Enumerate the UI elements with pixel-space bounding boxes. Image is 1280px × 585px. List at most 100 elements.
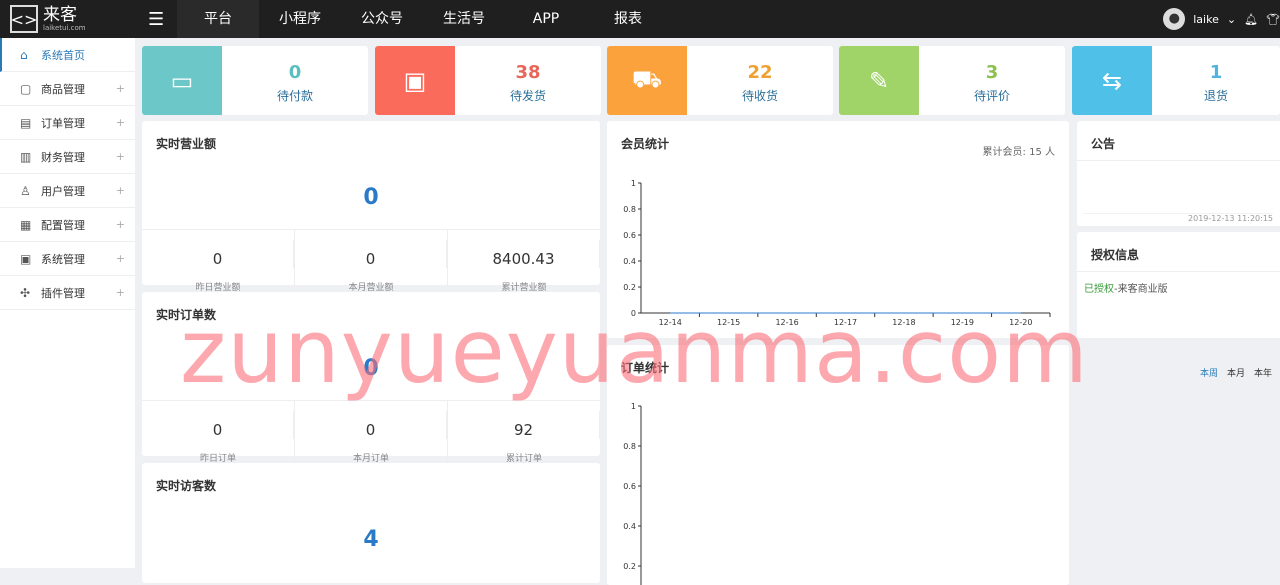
notice-time: 2019-12-13 11:20:15 — [1083, 213, 1273, 223]
stat-label: 待付款 — [276, 89, 313, 103]
sub-value: 0 — [295, 240, 447, 268]
member-chart: 0 0.2 0.4 0.6 0.8 1 12-14 12-15 12-16 12-17 12-18 1… — [623, 179, 1051, 327]
stat-card[interactable]: ⇆ 1 退货 — [1072, 46, 1280, 115]
sidebar-item-label: 用户管理 — [41, 184, 85, 198]
sub-label: 累计订单 — [505, 454, 542, 464]
y-tick-label: 0 — [631, 309, 636, 318]
wallet-icon: ▭ — [142, 46, 222, 115]
stat-card[interactable]: ⛟ 22 待收货 — [607, 46, 833, 115]
revenue-card: 实时营业额 0 0 昨日营业额 0 本月营业额 8400.43 累计营业额 — [142, 121, 600, 293]
sidebar-item-label: 系统管理 — [41, 252, 85, 266]
bell-icon[interactable]: 🔔︎ — [1244, 13, 1258, 26]
x-tick-label: 12-17 — [834, 318, 857, 327]
config-icon: ▦ — [20, 217, 32, 232]
sidebar-item-label: 商品管理 — [41, 82, 85, 96]
expand-plus-icon[interactable]: + — [116, 218, 125, 231]
sidebar-item[interactable]: ⌂ 系统首页 — [0, 38, 135, 72]
y-tick-label: 1 — [631, 179, 636, 188]
user-name[interactable]: laike — [1193, 13, 1219, 26]
expand-plus-icon[interactable]: + — [116, 184, 125, 197]
sub-stat: 0 昨日营业额 — [142, 230, 295, 293]
x-tick-label: 12-20 — [1009, 318, 1032, 327]
expand-plus-icon[interactable]: + — [116, 286, 125, 299]
sub-stat: 0 本月营业额 — [295, 230, 448, 293]
tab-year[interactable]: 本年 — [1254, 366, 1272, 379]
bag-icon: ▢ — [20, 81, 32, 96]
revenue-value: 0 — [363, 185, 379, 210]
stat-label: 待发货 — [509, 89, 546, 103]
monitor-icon: ▣ — [20, 251, 32, 266]
y-tick-label: 0.2 — [623, 562, 636, 571]
nav-official-account[interactable]: 公众号 — [341, 0, 423, 38]
sub-value: 0 — [142, 240, 294, 268]
expand-plus-icon[interactable]: + — [116, 252, 125, 265]
nav-app[interactable]: APP — [505, 0, 587, 38]
top-bar: <> 来客 laiketui.com ☰ 平台 小程序 公众号 生活号 APP 报… — [0, 0, 1280, 38]
sidebar-item[interactable]: ▦ 配置管理 + — [0, 208, 135, 242]
sidebar-item[interactable]: ♙ 用户管理 + — [0, 174, 135, 208]
nav-life[interactable]: 生活号 — [423, 0, 505, 38]
top-nav: 平台 小程序 公众号 生活号 APP 报表 — [177, 0, 669, 38]
y-tick-label: 0.6 — [623, 482, 636, 491]
stat-value: 1 — [1209, 62, 1223, 83]
stat-label: 退货 — [1203, 89, 1228, 103]
home-icon: ⌂ — [20, 47, 28, 62]
y-tick-label: 1 — [631, 402, 636, 411]
stat-label: 待评价 — [973, 89, 1010, 103]
shirt-icon[interactable]: 👕︎ — [1266, 13, 1280, 26]
expand-plus-icon[interactable]: + — [116, 150, 125, 163]
license-edition: -来客商业版 — [1114, 284, 1168, 295]
chevron-down-icon[interactable]: ⌄ — [1227, 13, 1236, 26]
stat-card[interactable]: ▭ 0 待付款 — [142, 46, 368, 115]
y-tick-label: 0.6 — [623, 231, 636, 240]
brand-name: 来客 — [43, 5, 77, 25]
orders-value: 0 — [363, 356, 379, 381]
sub-label: 本月营业额 — [348, 283, 394, 293]
order-stats-card: 订单统计 0.2 0.4 0.6 0.8 1 — [607, 345, 1069, 585]
stat-card[interactable]: ✎ 3 待评价 — [839, 46, 1065, 115]
card-title: 实时访客数 — [156, 479, 217, 493]
sub-stat: 92 累计订单 — [448, 401, 600, 464]
stat-card[interactable]: ▣ 38 待发货 — [375, 46, 601, 115]
period-tabs: 本周 本月 本年 — [1200, 366, 1272, 379]
sub-stat: 8400.43 累计营业额 — [448, 230, 600, 293]
expand-plus-icon[interactable]: + — [116, 116, 125, 129]
logo[interactable]: <> 来客 laiketui.com — [10, 5, 86, 33]
user-area: ● laike ⌄ 🔔︎ 👕︎ — [1163, 8, 1280, 30]
sub-label: 累计营业额 — [501, 283, 547, 293]
stat-value: 38 — [515, 62, 541, 83]
sidebar-item-label: 财务管理 — [41, 150, 85, 164]
sidebar: ⌂ 系统首页 ▢ 商品管理 + ▤ 订单管理 + ▥ 财务管理 + ♙ 用户管理 + ▦ 配置管理 + ▣ 系统管理… — [0, 38, 135, 568]
y-tick-label: 0.4 — [623, 257, 636, 266]
sidebar-item[interactable]: ▢ 商品管理 + — [0, 72, 135, 106]
sub-label: 昨日订单 — [199, 454, 236, 464]
nav-reports[interactable]: 报表 — [587, 0, 669, 38]
tab-week[interactable]: 本周 — [1200, 366, 1218, 379]
tab-month[interactable]: 本月 — [1227, 366, 1245, 379]
avatar-icon[interactable]: ● — [1163, 8, 1186, 30]
y-tick-label: 0.4 — [623, 522, 636, 531]
bracket-logo-icon: <> — [10, 5, 38, 33]
nav-platform[interactable]: 平台 — [177, 0, 259, 38]
sub-value: 8400.43 — [448, 240, 600, 268]
ledger-icon: ▥ — [20, 149, 32, 164]
x-tick-label: 12-15 — [717, 318, 740, 327]
sidebar-item[interactable]: ✣ 插件管理 + — [0, 276, 135, 310]
x-tick-label: 12-16 — [775, 318, 798, 327]
y-tick-label: 0.8 — [623, 205, 636, 214]
sidebar-item[interactable]: ▤ 订单管理 + — [0, 106, 135, 140]
license-card: 授权信息 已授权-来客商业版 — [1077, 232, 1280, 338]
member-stats-card: 会员统计 累计会员: 15 人 0 0.2 0.4 0.6 0.8 1 12-14 12-15… — [607, 121, 1069, 338]
sidebar-item[interactable]: ▣ 系统管理 + — [0, 242, 135, 276]
puzzle-icon: ✣ — [20, 285, 31, 300]
sidebar-item[interactable]: ▥ 财务管理 + — [0, 140, 135, 174]
x-tick-label: 12-14 — [659, 318, 682, 327]
box-icon: ▣ — [375, 46, 455, 115]
nav-miniprogram[interactable]: 小程序 — [259, 0, 341, 38]
sub-value: 0 — [142, 411, 294, 439]
visitors-card: 实时访客数 4 — [142, 463, 600, 583]
sub-value: 0 — [295, 411, 447, 439]
sub-stat: 0 昨日订单 — [142, 401, 295, 464]
expand-plus-icon[interactable]: + — [116, 82, 125, 95]
hamburger-menu-icon[interactable]: ☰ — [148, 9, 164, 30]
